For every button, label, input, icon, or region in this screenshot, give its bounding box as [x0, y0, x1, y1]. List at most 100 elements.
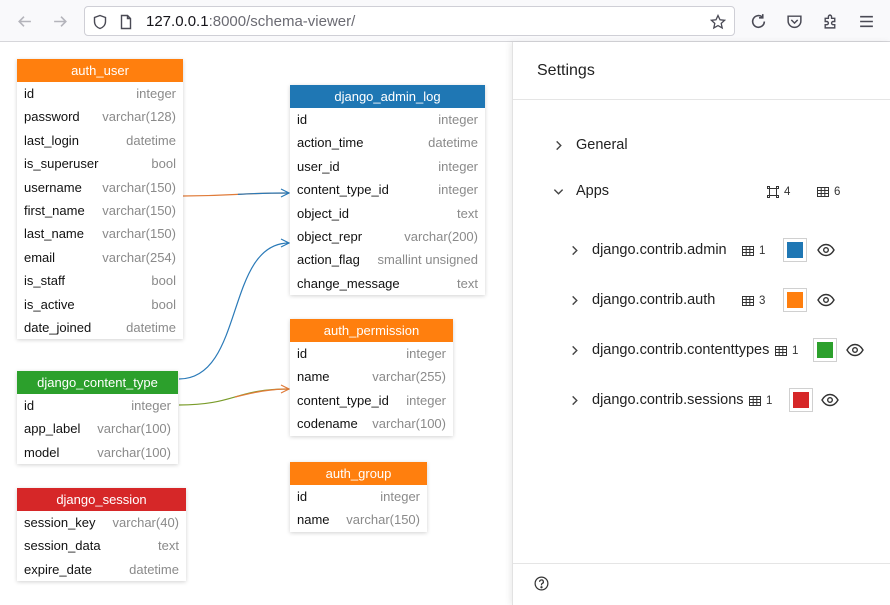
table-row[interactable]: id integer — [290, 485, 427, 508]
forward-button[interactable] — [46, 7, 74, 35]
column-type: integer — [136, 86, 176, 101]
table-row[interactable]: action_time datetime — [290, 131, 485, 154]
app-table-count: 1 — [742, 245, 765, 257]
table-row[interactable]: app_label varchar(100) — [17, 417, 178, 440]
eye-icon[interactable] — [817, 243, 835, 257]
table-header[interactable]: django_admin_log — [290, 85, 485, 108]
arrow-left-icon — [17, 15, 31, 27]
general-section-toggle[interactable]: General — [551, 137, 628, 153]
column-name: content_type_id — [297, 182, 389, 198]
chevron-right-icon — [567, 243, 581, 257]
chevron-right-icon — [567, 343, 581, 357]
table-header[interactable]: auth_permission — [290, 319, 453, 342]
pocket-button[interactable] — [780, 7, 808, 35]
table-row[interactable]: session_key varchar(40) — [17, 511, 186, 534]
table-auth-user[interactable]: auth_user id integer password varchar(128) l… — [17, 59, 183, 340]
app-item-admin[interactable]: django.contrib.admin — [567, 242, 727, 258]
column-name: id — [297, 489, 308, 504]
back-button[interactable] — [10, 7, 38, 35]
table-row[interactable]: object_id text — [290, 202, 485, 225]
color-swatch — [787, 292, 803, 308]
schema-canvas[interactable]: auth_user id integer password varchar(128) l… — [0, 42, 512, 605]
divider — [513, 99, 890, 100]
address-bar[interactable]: 127.0.0.1:8000/schema-viewer/ — [84, 6, 735, 36]
column-type: varchar(254) — [102, 249, 176, 265]
color-picker-auth[interactable] — [783, 288, 807, 312]
model-count-value: 4 — [784, 186, 791, 198]
column-type: bool — [151, 273, 176, 289]
extensions-button[interactable] — [816, 7, 844, 35]
table-rows: id integer name varchar(150) — [290, 485, 427, 532]
table-row[interactable]: password varchar(128) — [17, 105, 183, 128]
table-header[interactable]: django_session — [17, 488, 186, 511]
app-label: django.contrib.auth — [592, 292, 716, 308]
table-row[interactable]: name varchar(255) — [290, 365, 453, 388]
table-row[interactable]: session_data text — [17, 534, 186, 557]
chevron-right-icon — [567, 293, 581, 307]
table-row[interactable]: is_staff bool — [17, 269, 183, 292]
menu-button[interactable] — [852, 7, 880, 35]
table-django-session[interactable]: django_session session_key varchar(40) ses… — [17, 488, 186, 582]
table-row[interactable]: email varchar(254) — [17, 246, 183, 269]
table-row[interactable]: id integer — [290, 108, 485, 131]
url-text[interactable]: 127.0.0.1:8000/schema-viewer/ — [146, 13, 355, 31]
table-row[interactable]: username varchar(150) — [17, 176, 183, 199]
chevron-right-icon — [551, 138, 565, 152]
reload-button[interactable] — [744, 7, 772, 35]
table-header[interactable]: django_content_type — [17, 371, 178, 394]
app-label: django.contrib.contenttypes — [592, 342, 770, 358]
table-row[interactable]: id integer — [290, 342, 453, 365]
shield-icon[interactable] — [91, 13, 109, 31]
column-name: last_login — [24, 132, 79, 148]
color-picker-contenttypes[interactable] — [813, 338, 837, 362]
table-row[interactable]: model varchar(100) — [17, 441, 178, 464]
color-picker-admin[interactable] — [783, 238, 807, 262]
chevron-right-icon — [567, 393, 581, 407]
table-rows: id integer action_time datetime user_id integ… — [290, 108, 485, 295]
apps-model-count: 4 — [767, 186, 790, 198]
table-row[interactable]: is_superuser bool — [17, 152, 183, 175]
table-row[interactable]: codename varchar(100) — [290, 412, 453, 435]
eye-icon[interactable] — [846, 343, 864, 357]
table-row[interactable]: last_login datetime — [17, 129, 183, 152]
column-type: integer — [438, 182, 478, 198]
table-row[interactable]: object_repr varchar(200) — [290, 225, 485, 248]
table-row[interactable]: name varchar(150) — [290, 508, 427, 531]
puzzle-icon — [823, 14, 835, 29]
table-row[interactable]: id integer — [17, 82, 183, 105]
table-row[interactable]: is_active bool — [17, 293, 183, 316]
app-item-sessions[interactable]: django.contrib.sessions — [567, 392, 744, 408]
column-name: object_id — [297, 205, 350, 221]
table-row[interactable]: content_type_id integer — [290, 178, 485, 201]
table-row[interactable]: content_type_id integer — [290, 389, 453, 412]
eye-icon[interactable] — [821, 393, 839, 407]
table-header[interactable]: auth_group — [290, 462, 427, 485]
column-name: action_time — [297, 135, 364, 151]
help-icon[interactable] — [534, 576, 549, 591]
app-item-auth[interactable]: django.contrib.auth — [567, 292, 715, 308]
table-django-admin-log[interactable]: django_admin_log id integer action_time dat… — [290, 85, 485, 296]
table-row[interactable]: last_name varchar(150) — [17, 222, 183, 245]
page-icon[interactable] — [117, 13, 135, 31]
bookmark-star-icon[interactable] — [709, 13, 727, 31]
table-row[interactable]: first_name varchar(150) — [17, 199, 183, 222]
table-row[interactable]: date_joined datetime — [17, 316, 183, 339]
color-picker-sessions[interactable] — [789, 388, 813, 412]
table-auth-group[interactable]: auth_group id integer name varchar(150) — [290, 462, 427, 532]
table-row[interactable]: expire_date datetime — [17, 558, 186, 581]
column-type: integer — [438, 158, 478, 174]
table-auth-permission[interactable]: auth_permission id integer name varchar(255… — [290, 319, 453, 436]
column-type: smallint unsigned — [377, 252, 478, 268]
table-row[interactable]: user_id integer — [290, 155, 485, 178]
column-type: integer — [131, 398, 171, 413]
apps-section-toggle[interactable]: Apps — [551, 183, 609, 199]
table-rows: id integer name varchar(255) content_type_id… — [290, 342, 453, 436]
table-django-content-type[interactable]: django_content_type id integer app_label va… — [17, 371, 178, 465]
table-row[interactable]: action_flag smallint unsigned — [290, 248, 485, 271]
app-item-contenttypes[interactable]: django.contrib.contenttypes — [567, 342, 769, 358]
table-row[interactable]: id integer — [17, 394, 178, 417]
column-name: last_name — [24, 226, 84, 242]
eye-icon[interactable] — [817, 293, 835, 307]
table-row[interactable]: change_message text — [290, 272, 485, 295]
table-header[interactable]: auth_user — [17, 59, 183, 82]
